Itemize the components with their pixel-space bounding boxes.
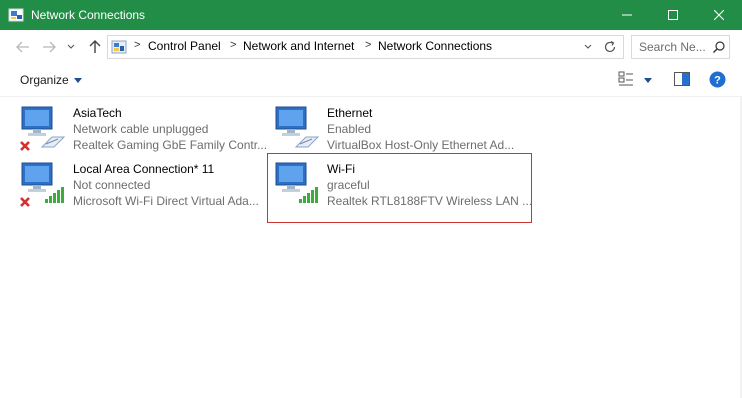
arrow-right-icon: [43, 41, 56, 53]
connection-device: Microsoft Wi-Fi Direct Virtual Ada...: [73, 194, 259, 208]
svg-text:?: ?: [714, 75, 721, 87]
view-dropdown-caret-icon[interactable]: [644, 78, 652, 83]
address-history-dropdown[interactable]: [583, 40, 595, 54]
organize-menu-button[interactable]: Organize: [20, 73, 82, 87]
ethernet-adapter-disconnected-icon: [18, 105, 70, 157]
connection-item-wi-fi[interactable]: Wi-Fi graceful Realtek RTL8188FTV Wirele…: [272, 161, 532, 217]
search-icon[interactable]: [712, 40, 726, 54]
chevron-down-icon: [67, 44, 75, 49]
navigation-bar: > Control Panel > Network and Internet >…: [0, 30, 742, 64]
minimize-button[interactable]: [604, 0, 650, 30]
arrow-up-icon: [89, 40, 101, 53]
view-options-icon: [618, 71, 633, 86]
recent-locations-button[interactable]: [66, 38, 76, 56]
connection-device: Realtek RTL8188FTV Wireless LAN ...: [327, 194, 533, 208]
control-panel-icon: [111, 39, 127, 55]
network-connections-app-icon: [8, 7, 24, 23]
caret-down-icon: [73, 78, 82, 84]
wifi-adapter-icon: [272, 161, 324, 213]
wifi-adapter-disconnected-icon: [18, 161, 70, 213]
organize-label: Organize: [20, 73, 69, 87]
breadcrumb-separator[interactable]: >: [134, 39, 140, 51]
breadcrumb-network-and-internet[interactable]: Network and Internet: [243, 39, 354, 53]
help-icon: ?: [709, 71, 726, 88]
arrow-left-icon: [16, 41, 29, 53]
chevron-down-icon: [584, 44, 592, 49]
ethernet-adapter-icon: [272, 105, 324, 157]
search-input[interactable]: Search Ne...: [631, 35, 730, 59]
breadcrumb-separator[interactable]: >: [365, 39, 371, 51]
connection-status: Enabled: [327, 122, 372, 136]
connection-status: Not connected: [73, 178, 151, 192]
title-bar[interactable]: Network Connections: [0, 0, 742, 30]
maximize-button[interactable]: [650, 0, 696, 30]
connection-status: graceful: [327, 178, 370, 192]
connection-name: Local Area Connection* 11: [73, 162, 215, 176]
connection-device: VirtualBox Host-Only Ethernet Ad...: [327, 138, 515, 152]
breadcrumb-control-panel[interactable]: Control Panel: [148, 39, 221, 53]
connections-list: AsiaTech Network cable unplugged Realtek…: [0, 97, 742, 398]
network-connections-window: Network Connections > Control Panel > Ne…: [0, 0, 742, 398]
connection-name: AsiaTech: [73, 106, 122, 120]
close-icon: [714, 10, 724, 20]
minimize-icon: [622, 14, 632, 16]
back-button[interactable]: [14, 38, 32, 56]
refresh-button[interactable]: [602, 39, 618, 55]
preview-pane-button[interactable]: [674, 72, 690, 86]
up-button[interactable]: [86, 38, 104, 56]
connection-item-ethernet[interactable]: Ethernet Enabled VirtualBox Host-Only Et…: [272, 105, 532, 161]
forward-button[interactable]: [40, 38, 58, 56]
preview-pane-icon: [674, 72, 690, 86]
refresh-icon: [604, 40, 616, 53]
address-box[interactable]: > Control Panel > Network and Internet >…: [107, 35, 624, 59]
connection-item-asiatech[interactable]: AsiaTech Network cable unplugged Realtek…: [18, 105, 278, 161]
breadcrumb-network-connections[interactable]: Network Connections: [378, 39, 492, 53]
breadcrumb-separator[interactable]: >: [230, 39, 236, 51]
connection-device: Realtek Gaming GbE Family Contr...: [73, 138, 268, 152]
window-title: Network Connections: [31, 8, 146, 22]
change-view-button[interactable]: [618, 71, 634, 87]
connection-item-local-area-connection-11[interactable]: Local Area Connection* 11 Not connected …: [18, 161, 278, 217]
connection-status: Network cable unplugged: [73, 122, 209, 136]
command-bar: Organize ?: [0, 64, 742, 97]
connection-name: Wi-Fi: [327, 162, 355, 176]
help-button[interactable]: ?: [709, 71, 726, 88]
maximize-icon: [668, 10, 678, 20]
close-button[interactable]: [696, 0, 742, 30]
search-placeholder: Search Ne...: [639, 40, 706, 54]
connection-name: Ethernet: [327, 106, 373, 120]
